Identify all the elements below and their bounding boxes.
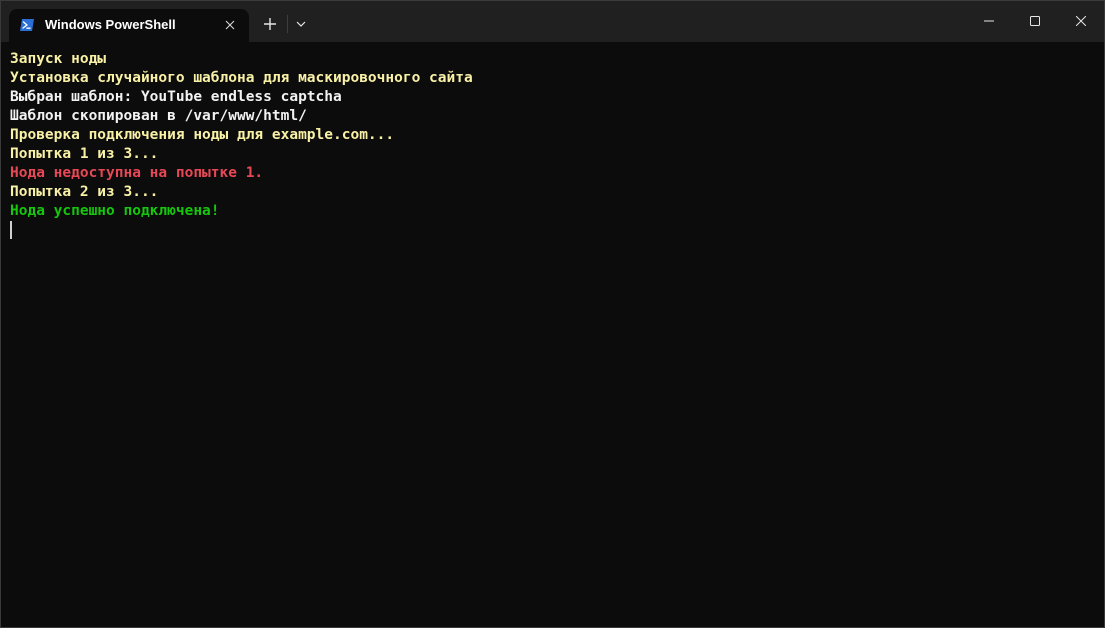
tab-windows-powershell[interactable]: Windows PowerShell	[9, 9, 249, 42]
chevron-down-icon	[296, 21, 306, 27]
plus-icon	[264, 18, 276, 30]
output-line: Нода недоступна на попытке 1.	[10, 165, 264, 181]
output-line: Попытка 1 из 3...	[10, 146, 159, 162]
new-tab-dropdown-button[interactable]	[291, 11, 311, 37]
new-tab-button[interactable]	[257, 11, 283, 37]
minimize-icon	[984, 20, 994, 22]
tab-separator	[287, 15, 288, 33]
close-icon	[1076, 16, 1086, 26]
output-line: Попытка 2 из 3...	[10, 184, 159, 200]
title-bar[interactable]: Windows PowerShell	[1, 1, 1104, 42]
minimize-button[interactable]	[966, 1, 1012, 41]
terminal-output[interactable]: Запуск ноды Установка случайного шаблона…	[1, 42, 1104, 627]
output-line: Нода успешно подключена!	[10, 203, 220, 219]
tab-title: Windows PowerShell	[45, 17, 176, 32]
output-lines: Запуск ноды Установка случайного шаблона…	[10, 50, 473, 221]
output-line: Запуск ноды	[10, 51, 107, 67]
close-window-button[interactable]	[1058, 1, 1104, 41]
maximize-icon	[1030, 16, 1040, 26]
output-line: Выбран шаблон: YouTube endless captcha	[10, 89, 342, 105]
text-cursor	[10, 221, 12, 239]
powershell-icon	[20, 19, 34, 31]
output-line: Шаблон скопирован в /var/www/html/	[10, 108, 307, 124]
terminal-window: Windows PowerShell Запуск ноды Установка…	[0, 0, 1105, 628]
output-line: Установка случайного шаблона для маскиро…	[10, 70, 473, 86]
tab-close-button[interactable]	[221, 16, 239, 34]
output-line: Проверка подключения ноды для example.co…	[10, 127, 395, 143]
maximize-button[interactable]	[1012, 1, 1058, 41]
close-icon	[225, 20, 235, 30]
